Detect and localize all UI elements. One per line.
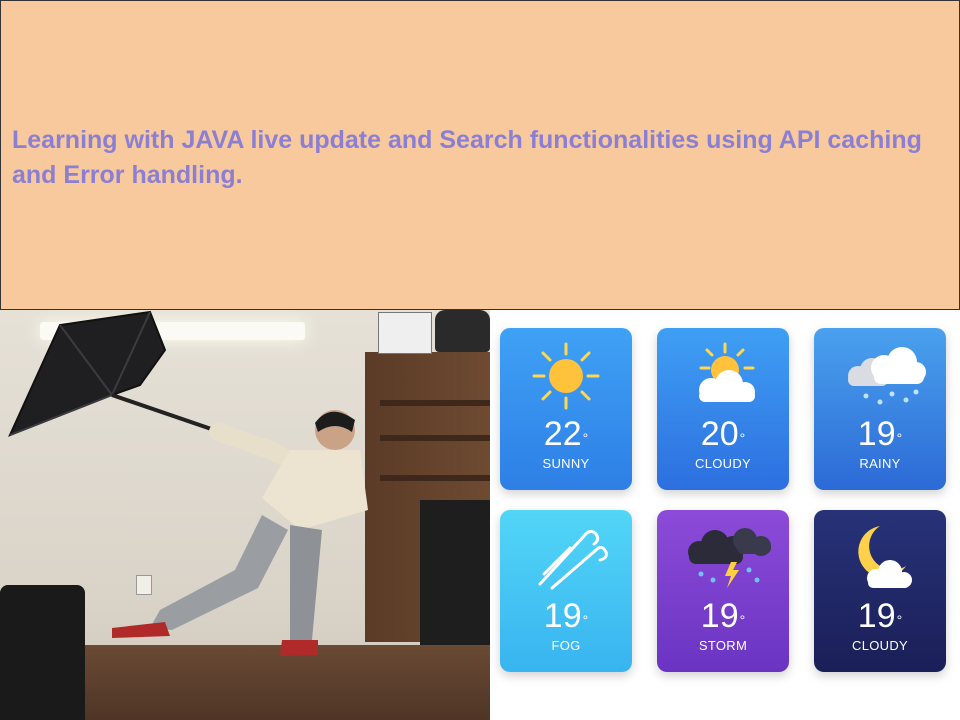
weather-card-night-cloudy: 19° CLOUDY bbox=[814, 510, 946, 672]
temperature: 19° bbox=[857, 597, 903, 635]
temperature: 19° bbox=[857, 415, 903, 453]
weather-card-sunny: 22° SUNNY bbox=[500, 328, 632, 490]
sun-icon bbox=[532, 342, 600, 410]
partly-cloudy-icon bbox=[699, 342, 755, 402]
weather-card-rainy: 19° RAINY bbox=[814, 328, 946, 490]
rain-cloud-icon bbox=[848, 347, 926, 405]
person-with-umbrella bbox=[8, 310, 368, 656]
wind-icon bbox=[538, 529, 608, 590]
temperature: 19° bbox=[543, 597, 589, 635]
condition-label: SUNNY bbox=[542, 456, 590, 471]
weather-card-cloudy: 20° CLOUDY bbox=[657, 328, 789, 490]
title-banner: Learning with JAVA live update and Searc… bbox=[0, 0, 960, 310]
condition-label: CLOUDY bbox=[695, 456, 751, 471]
temperature: 19° bbox=[700, 597, 746, 635]
temperature: 20° bbox=[700, 415, 746, 453]
weather-card-storm: 19° STORM bbox=[657, 510, 789, 672]
temperature: 22° bbox=[543, 415, 589, 453]
banner-title: Learning with JAVA live update and Searc… bbox=[12, 126, 922, 189]
condition-label: STORM bbox=[698, 638, 748, 653]
weather-cards-panel: 22° SUNNY 20° CLOUDY 19° RAINY 19° FOG 1… bbox=[490, 310, 960, 720]
condition-label: FOG bbox=[551, 638, 581, 653]
weather-card-fog: 19° FOG bbox=[500, 510, 632, 672]
moon-cloud-icon bbox=[858, 526, 912, 588]
storm-cloud-icon bbox=[688, 528, 771, 588]
condition-label: RAINY bbox=[859, 456, 901, 471]
condition-label: CLOUDY bbox=[852, 638, 908, 653]
umbrella-photo bbox=[0, 310, 490, 720]
